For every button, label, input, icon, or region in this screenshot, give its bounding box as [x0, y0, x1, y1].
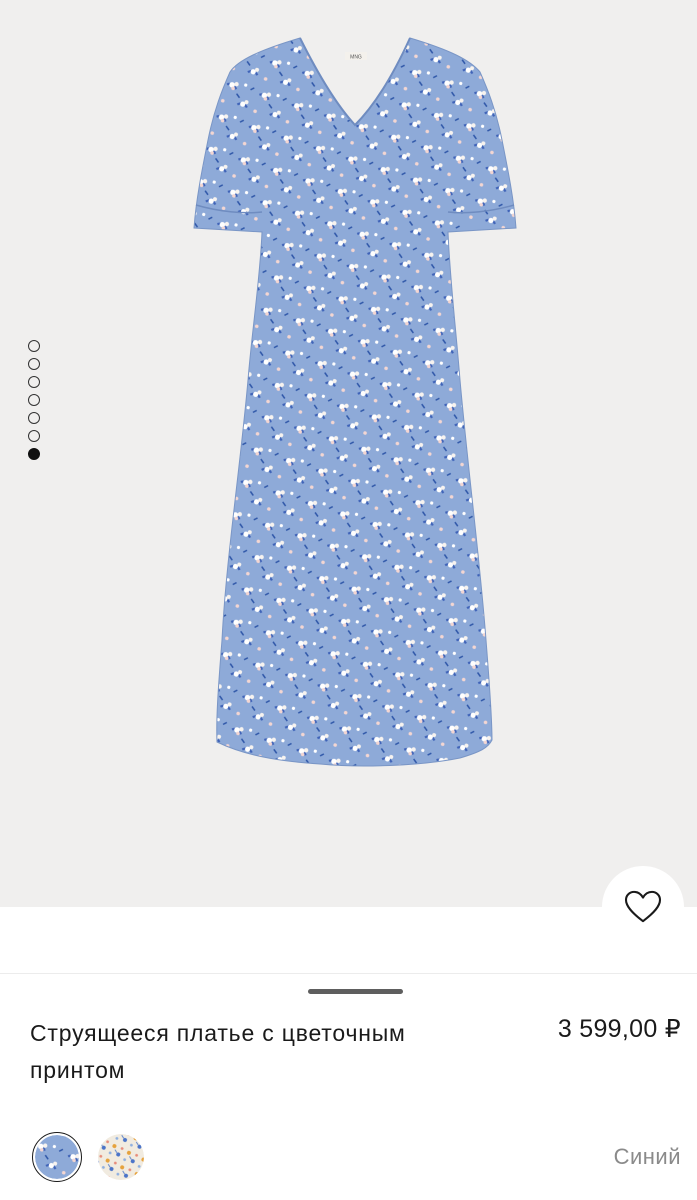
sheet-drag-handle[interactable]: [308, 989, 403, 994]
heart-outline-icon: [624, 890, 662, 923]
color-swatches: [32, 1132, 146, 1182]
label-tag: MNG: [350, 55, 362, 61]
cream-floral-swatch-icon: [98, 1134, 144, 1180]
pager-dot[interactable]: [28, 376, 40, 388]
favorite-button[interactable]: [602, 866, 684, 948]
product-price: 3 599,00 ₽: [557, 1015, 681, 1043]
selected-color-name: Синий: [613, 1144, 681, 1169]
pager-dot[interactable]: [28, 430, 40, 442]
product-info-sheet: Струящееся платье с цветочным принтом 3 …: [0, 907, 697, 1200]
image-pager[interactable]: [28, 340, 42, 460]
blue-floral-swatch-icon: [35, 1135, 79, 1179]
pager-dot[interactable]: [28, 394, 40, 406]
pager-dot[interactable]: [28, 448, 40, 460]
pager-dot[interactable]: [28, 358, 40, 370]
divider: [0, 973, 697, 974]
product-title: Струящееся платье с цветочным принтом: [30, 1020, 406, 1083]
swatch-cream-floral[interactable]: [96, 1132, 146, 1182]
pager-dot[interactable]: [28, 340, 40, 352]
dress-image: MNG: [193, 37, 517, 767]
product-image-gallery[interactable]: MNG: [0, 0, 697, 907]
swatch-blue-floral[interactable]: [32, 1132, 82, 1182]
pager-dot[interactable]: [28, 412, 40, 424]
